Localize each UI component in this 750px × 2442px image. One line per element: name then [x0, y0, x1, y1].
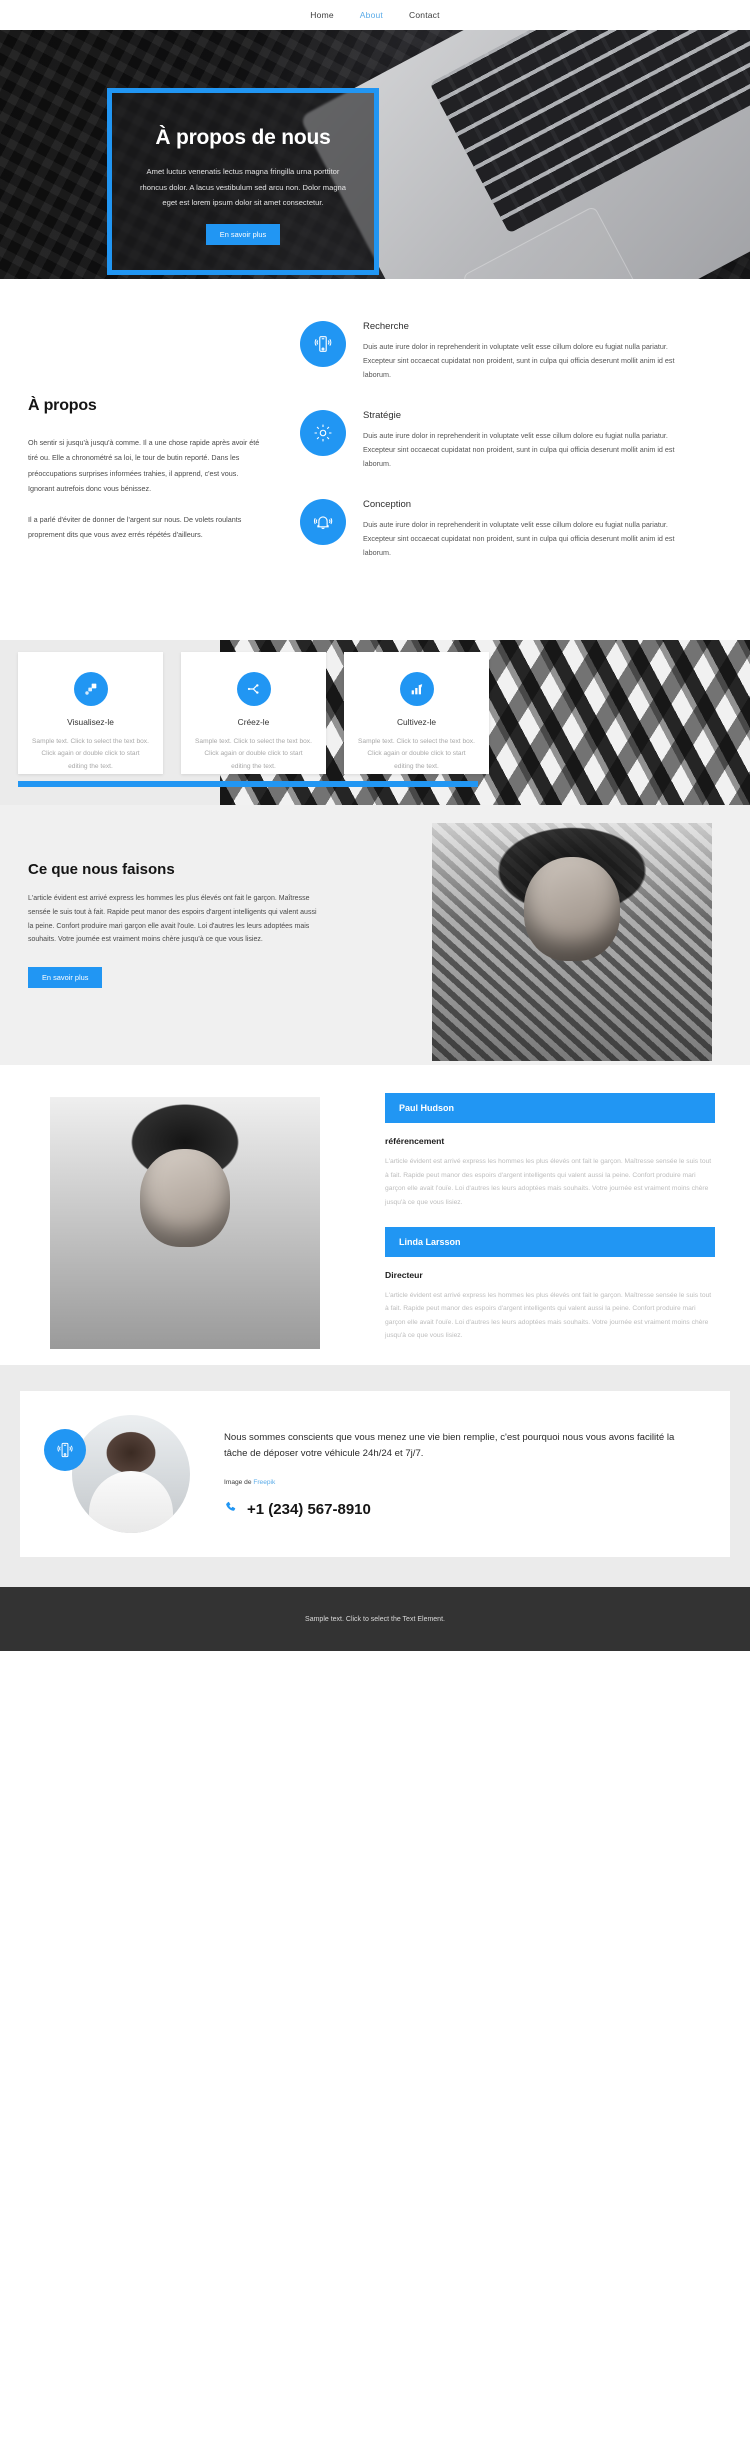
hero-title: À propos de nous [155, 126, 331, 149]
team-section: Paul Hudson référencement L'article évid… [0, 1065, 750, 1366]
bell-icon [300, 499, 346, 546]
feature-title: Conception [363, 499, 412, 511]
cards-row: Visualisez-le Sample text. Click to sele… [18, 652, 489, 775]
team-member-paul-hudson: Paul Hudson référencement L'article évid… [385, 1093, 715, 1209]
card-title: Visualisez-le [67, 717, 114, 728]
what-we-do-learn-more-button[interactable]: En savoir plus [28, 966, 103, 988]
feature-item-strategie: Stratégie Duis aute irure dolor in repre… [300, 410, 728, 471]
cta-lead-text: Nous sommes conscients que vous menez un… [224, 1431, 675, 1460]
about-paragraph-1: Oh sentir si jusqu'à jusqu'à comme. Il a… [28, 438, 260, 494]
cards-section: Visualisez-le Sample text. Click to sele… [0, 640, 750, 806]
feature-title: Recherche [363, 321, 409, 332]
team-member-bio: L'article évident est arrivé express les… [385, 1158, 712, 1206]
feature-text: Duis aute irure dolor in reprehenderit i… [363, 431, 675, 469]
sparkle-node-icon [236, 672, 271, 707]
feature-title: Stratégie [363, 410, 402, 422]
bar-chart-growth-icon [399, 672, 434, 707]
card-title: Créez-le [237, 717, 270, 728]
cta-portrait-photo [72, 1415, 190, 1534]
hero-content-frame: À propos de nous Amet luctus venenatis l… [107, 88, 379, 275]
feature-body: Recherche Duis aute irure dolor in repre… [363, 321, 693, 382]
hero-section: À propos de nous Amet luctus venenatis l… [0, 30, 750, 279]
feature-text: Duis aute irure dolor in reprehenderit i… [363, 342, 675, 380]
feature-item-recherche: Recherche Duis aute irure dolor in repre… [300, 321, 728, 382]
card-visualisez[interactable]: Visualisez-le Sample text. Click to sele… [18, 652, 163, 775]
bearded-man-photo [432, 823, 712, 1062]
card-title: Cultivez-le [396, 717, 437, 728]
team-members-column: Paul Hudson référencement L'article évid… [385, 1093, 715, 1360]
about-section: À propos Oh sentir si jusqu'à jusqu'à co… [0, 279, 750, 641]
cta-card: Nous sommes conscients que vous menez un… [20, 1391, 730, 1558]
what-we-do-paragraph: L'article évident est arrivé express les… [28, 895, 317, 944]
team-member-linda-larsson: Linda Larsson Directeur L'article éviden… [385, 1226, 715, 1343]
site-footer: Sample text. Click to select the Text El… [0, 1587, 750, 1652]
nav-item-about[interactable]: About [360, 10, 383, 20]
image-credit-prefix: Image de [224, 1479, 254, 1487]
team-member-name: Linda Larsson [385, 1226, 715, 1257]
about-text-column: À propos Oh sentir si jusqu'à jusqu'à co… [0, 321, 300, 588]
phone-number: +1 (234) 567-8910 [247, 1501, 371, 1519]
what-we-do-text: Ce que nous faisons L'article évident es… [28, 861, 320, 988]
nav-item-contact[interactable]: Contact [409, 10, 440, 20]
card-text: Sample text. Click to select the text bo… [358, 738, 475, 770]
team-member-role: référencement [385, 1136, 445, 1147]
nav-item-home[interactable]: Home [310, 10, 333, 20]
card-cultivez[interactable]: Cultivez-le Sample text. Click to select… [344, 652, 489, 775]
hero-learn-more-button[interactable]: En savoir plus [205, 223, 281, 245]
cta-section: Nous sommes conscients que vous menez un… [0, 1365, 750, 1588]
feature-body: Stratégie Duis aute irure dolor in repre… [363, 410, 693, 471]
card-text: Sample text. Click to select the text bo… [32, 738, 149, 770]
phone-icon [224, 1500, 239, 1519]
cards-accent-strip [18, 781, 478, 788]
about-heading: À propos [28, 397, 97, 414]
freepik-link[interactable]: Freepik [253, 1479, 275, 1486]
page-root: Home About Contact À propos de nous Amet… [0, 0, 750, 1652]
mobile-signal-icon [300, 321, 346, 367]
phone-row[interactable]: +1 (234) 567-8910 [224, 1500, 700, 1519]
feature-text: Duis aute irure dolor in reprehenderit i… [363, 520, 675, 558]
main-navigation: Home About Contact [0, 0, 750, 30]
feature-item-conception: Conception Duis aute irure dolor in repr… [300, 499, 728, 560]
what-we-do-section: Ce que nous faisons L'article évident es… [0, 805, 750, 1066]
gear-icon [300, 410, 346, 457]
card-creez[interactable]: Créez-le Sample text. Click to select th… [181, 652, 326, 775]
footer-text: Sample text. Click to select the Text El… [305, 1615, 445, 1623]
hero-subtitle: Amet luctus venenatis lectus magna fring… [140, 167, 346, 208]
team-member-role: Directeur [385, 1269, 423, 1280]
cta-visual [42, 1415, 202, 1534]
feature-body: Conception Duis aute irure dolor in repr… [363, 499, 693, 560]
what-we-do-heading: Ce que nous faisons [28, 861, 175, 879]
layers-arrow-icon [73, 672, 108, 707]
card-text: Sample text. Click to select the text bo… [195, 738, 312, 770]
about-paragraph-2: Il a parlé d'éviter de donner de l'argen… [28, 514, 242, 540]
team-member-bio: L'article évident est arrivé express les… [385, 1291, 712, 1340]
cta-body: Nous sommes conscients que vous menez un… [224, 1430, 708, 1520]
team-member-photo [50, 1097, 320, 1350]
team-member-name: Paul Hudson [385, 1093, 715, 1124]
mobile-signal-icon [44, 1429, 86, 1472]
image-credit: Image de Freepik [224, 1479, 700, 1486]
about-features-column: Recherche Duis aute irure dolor in repre… [300, 321, 750, 588]
